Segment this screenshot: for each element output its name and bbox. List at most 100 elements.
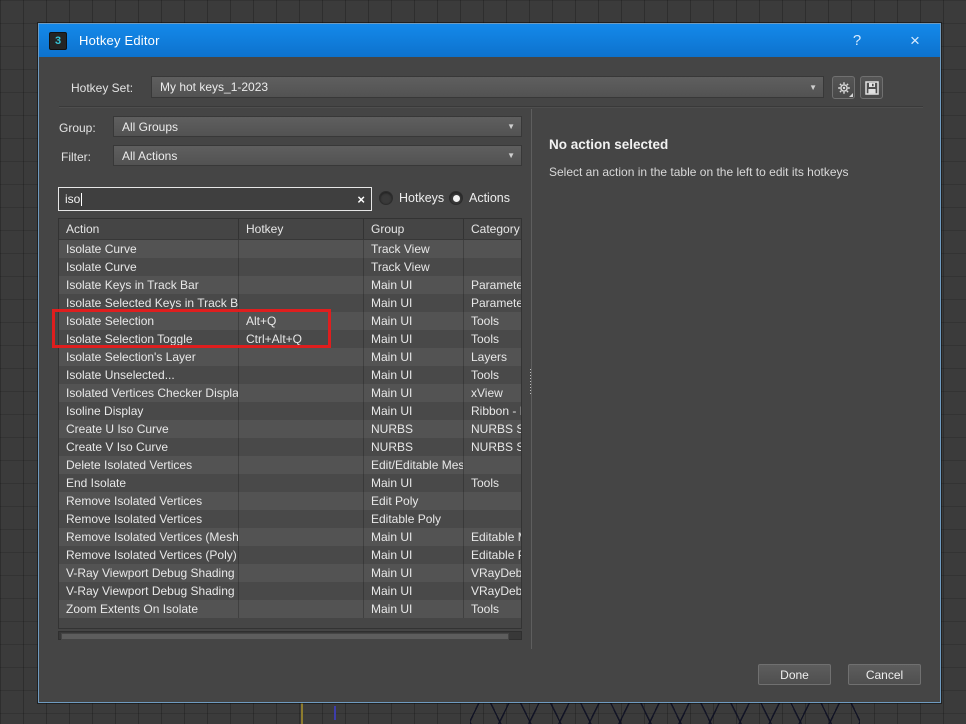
hotkey-set-label: Hotkey Set:: [71, 81, 134, 95]
table-cell: Main UI: [364, 312, 464, 330]
save-button[interactable]: [860, 76, 883, 99]
table-cell: [239, 582, 364, 600]
table-cell: Main UI: [364, 402, 464, 420]
table-cell: VRayDebu..: [471, 584, 521, 598]
table-cell: [464, 456, 521, 474]
splitter-grip-handle[interactable]: [528, 369, 533, 395]
table-row[interactable]: Isolate Unselected... Main UI Tools: [59, 366, 521, 384]
table-cell: Parameter .: [471, 296, 521, 310]
hotkey-editor-dialog: 3 Hotkey Editor ? × Hotkey Set: My hot k…: [38, 23, 941, 703]
table-cell: Parameter .: [471, 278, 521, 292]
column-header-category[interactable]: Category: [464, 219, 521, 239]
settings-button[interactable]: [832, 76, 855, 99]
table-cell: Isoline Display: [59, 402, 239, 420]
actions-radio[interactable]: Actions: [449, 191, 510, 205]
detail-panel-title: No action selected: [549, 137, 669, 152]
column-header-hotkey[interactable]: Hotkey: [239, 219, 364, 239]
hotkey-set-value: My hot keys_1-2023: [160, 80, 269, 94]
table-cell: Create U Iso Curve: [59, 420, 239, 438]
table-row[interactable]: Remove Isolated Vertices (Poly) Main UI Ed…: [59, 546, 521, 564]
hotkey-set-dropdown[interactable]: My hot keys_1-2023 ▼: [151, 76, 824, 98]
table-cell: Main UI: [364, 528, 464, 546]
chevron-down-icon: ▼: [809, 82, 817, 92]
chevron-down-icon: ▼: [507, 151, 515, 160]
table-cell: Create V Iso Curve: [59, 438, 239, 456]
radio-circle-selected-icon: [449, 191, 463, 205]
table-cell: Main UI: [364, 330, 464, 348]
table-cell: Isolated Vertices Checker Display...: [59, 384, 239, 402]
table-cell: Main UI: [364, 276, 464, 294]
cancel-button[interactable]: Cancel: [848, 664, 921, 685]
table-row[interactable]: Isolate Curve Track View: [59, 258, 521, 276]
close-icon[interactable]: ×: [898, 24, 932, 57]
viewport-axis-line: [301, 702, 303, 724]
done-button[interactable]: Done: [758, 664, 831, 685]
table-cell: Main UI: [364, 294, 464, 312]
table-cell: Main UI: [364, 600, 464, 618]
hotkeys-radio[interactable]: Hotkeys: [379, 191, 444, 205]
table-row[interactable]: Create U Iso Curve NURBS NURBS Sur.: [59, 420, 521, 438]
table-row[interactable]: Remove Isolated Vertices Edit Poly: [59, 492, 521, 510]
table-cell: [239, 546, 364, 564]
table-row[interactable]: Isolate Curve Track View: [59, 240, 521, 258]
scrollbar-thumb[interactable]: [61, 633, 509, 640]
help-button[interactable]: ?: [840, 24, 874, 57]
table-row[interactable]: V-Ray Viewport Debug Shading I... Main UI…: [59, 582, 521, 600]
column-header-action[interactable]: Action: [59, 219, 239, 239]
actions-radio-label: Actions: [469, 191, 510, 205]
table-cell: V-Ray Viewport Debug Shading I...: [59, 564, 239, 582]
column-header-group[interactable]: Group: [364, 219, 464, 239]
table-cell: Main UI: [364, 564, 464, 582]
table-cell: [239, 402, 364, 420]
table-cell: [239, 456, 364, 474]
table-cell: Isolate Curve: [59, 240, 239, 258]
table-cell: Tools: [471, 314, 500, 328]
table-row[interactable]: Create V Iso Curve NURBS NURBS Sur.: [59, 438, 521, 456]
table-cell: End Isolate: [59, 474, 239, 492]
table-row[interactable]: End Isolate Main UI Tools: [59, 474, 521, 492]
table-cell: Isolate Curve: [59, 258, 239, 276]
table-cell: NURBS Sur.: [471, 440, 521, 454]
title-bar[interactable]: 3 Hotkey Editor ? ×: [39, 24, 940, 57]
table-cell: Edit Poly: [364, 492, 464, 510]
table-row[interactable]: Isoline Display Main UI Ribbon - M.: [59, 402, 521, 420]
search-value: iso: [65, 192, 81, 206]
table-cell: [464, 240, 521, 258]
table-cell: Remove Isolated Vertices (Mesh): [59, 528, 239, 546]
detail-panel-subtitle: Select an action in the table on the lef…: [549, 165, 849, 179]
table-cell: Remove Isolated Vertices (Poly): [59, 546, 239, 564]
search-input[interactable]: iso ×: [58, 187, 372, 211]
table-row[interactable]: Zoom Extents On Isolate Main UI Tools: [59, 600, 521, 618]
window-title: Hotkey Editor: [79, 33, 160, 48]
table-row[interactable]: V-Ray Viewport Debug Shading I... Main UI…: [59, 564, 521, 582]
group-label: Group:: [59, 121, 96, 135]
actions-table: Action Hotkey Group Category Isolate Cur…: [58, 218, 522, 629]
table-cell: [239, 564, 364, 582]
table-cell: [239, 384, 364, 402]
table-cell: [239, 438, 364, 456]
table-cell: [239, 258, 364, 276]
table-row[interactable]: Isolate Keys in Track Bar Main UI Paramete…: [59, 276, 521, 294]
table-cell: Tools: [471, 368, 500, 382]
table-row[interactable]: Delete Isolated Vertices Edit/Editable Me…: [59, 456, 521, 474]
table-cell: Zoom Extents On Isolate: [59, 600, 239, 618]
group-value: All Groups: [122, 119, 179, 134]
table-cell: Editable M..: [471, 530, 521, 544]
table-cell: NURBS: [364, 438, 464, 456]
table-cell: Main UI: [364, 384, 464, 402]
table-row[interactable]: Isolated Vertices Checker Display... Main…: [59, 384, 521, 402]
table-row[interactable]: Remove Isolated Vertices Editable Poly: [59, 510, 521, 528]
table-cell: VRayDebu..: [471, 566, 521, 580]
table-row[interactable]: Remove Isolated Vertices (Mesh) Main UI Ed…: [59, 528, 521, 546]
clear-search-icon[interactable]: ×: [357, 193, 365, 206]
table-cell: Layers: [471, 350, 508, 364]
table-cell: Delete Isolated Vertices: [59, 456, 239, 474]
group-dropdown[interactable]: All Groups ▼: [113, 116, 522, 137]
table-cell: Tools: [471, 332, 500, 346]
table-header-row: Action Hotkey Group Category: [59, 219, 521, 240]
table-row[interactable]: Isolate Selection's Layer Main UI Layers: [59, 348, 521, 366]
horizontal-scrollbar[interactable]: [58, 631, 522, 640]
filter-dropdown[interactable]: All Actions ▼: [113, 145, 522, 166]
table-cell: Isolate Selection's Layer: [59, 348, 239, 366]
table-cell: Editable Po.: [471, 548, 521, 562]
